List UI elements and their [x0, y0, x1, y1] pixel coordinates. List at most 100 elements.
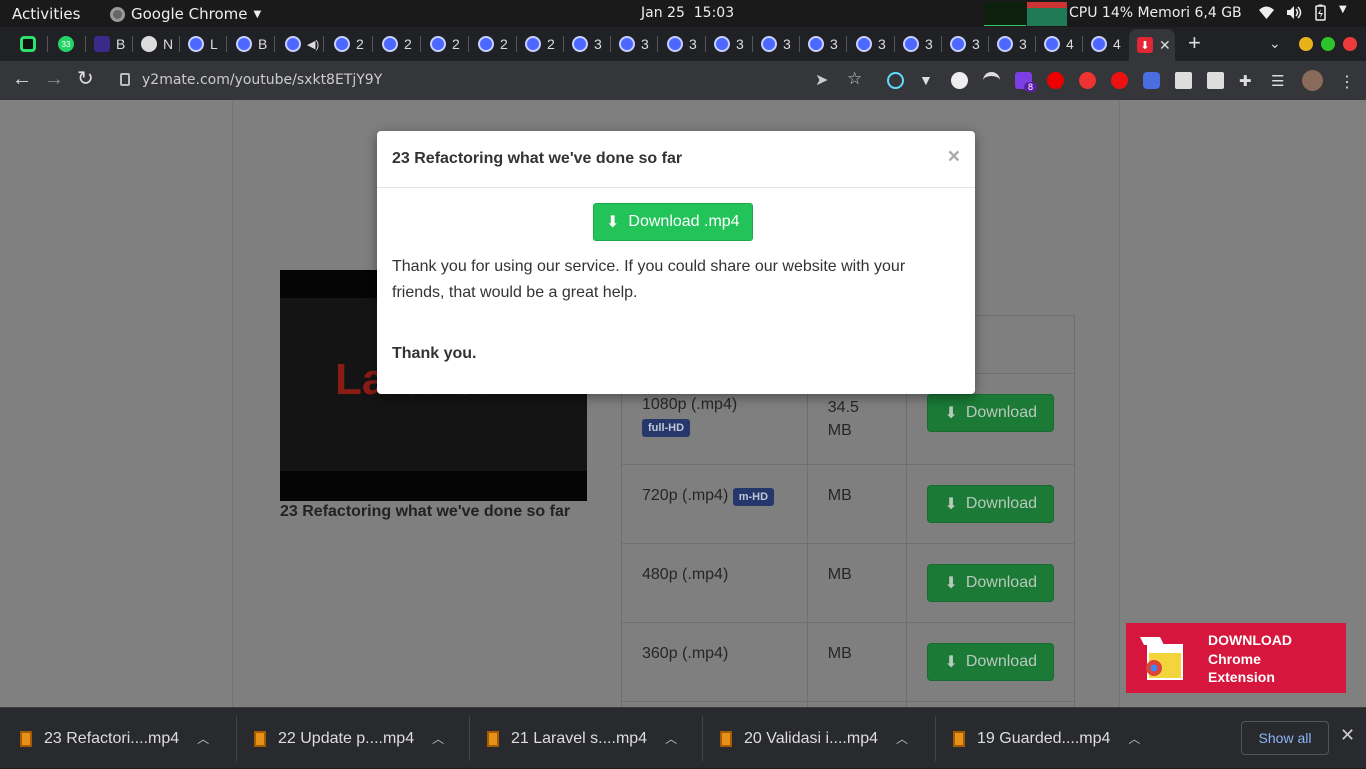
system-monitor-text[interactable]: CPU 14% Memori 6,4 GB [1069, 5, 1242, 21]
reload-icon[interactable]: ↻ [77, 69, 94, 89]
tab-22[interactable]: 4 [1036, 32, 1083, 56]
blocked-extension-icon[interactable] [1079, 72, 1096, 89]
download-item[interactable]: 23 Refactori....mp4 ︿ [20, 708, 237, 769]
tab-0[interactable] [12, 32, 48, 56]
show-all-downloads-button[interactable]: Show all [1241, 721, 1329, 755]
chevron-up-icon[interactable]: ︿ [665, 730, 677, 747]
send-icon[interactable]: ➤ [815, 70, 832, 89]
chevron-up-icon[interactable]: ︿ [896, 730, 908, 747]
tab-10[interactable]: 2 [470, 32, 517, 56]
activities-button[interactable]: Activities [12, 5, 80, 23]
youtube-extension-icon[interactable] [1047, 72, 1064, 89]
tab-title: 3 [830, 36, 838, 52]
extension-circle-icon[interactable] [951, 72, 968, 89]
tab-7[interactable]: 2 [326, 32, 373, 56]
tab-16[interactable]: 3 [753, 32, 800, 56]
tab-20[interactable]: 3 [942, 32, 989, 56]
tab-title: 3 [689, 36, 697, 52]
video-title: 23 Refactoring what we've done so far [280, 503, 571, 520]
minimize-window-button[interactable] [1299, 37, 1313, 51]
tab-title: 3 [783, 36, 791, 52]
download-button[interactable]: ⬇ Download [927, 643, 1054, 681]
tab-9[interactable]: 2 [422, 32, 469, 56]
forward-arrow-icon[interactable]: → [44, 69, 64, 89]
tab-favicon [572, 36, 588, 52]
arch-extension-icon[interactable] [983, 72, 1000, 89]
app-tab-icon [20, 36, 36, 52]
extensions-puzzle-icon[interactable]: ✚ [1239, 72, 1256, 90]
document-extension-icon[interactable] [1175, 72, 1192, 89]
quality-cell: 360p (.mp4) [621, 622, 808, 702]
tab-15[interactable]: 3 [706, 32, 753, 56]
clock[interactable]: Jan 25 15:03 [641, 5, 734, 21]
vue-devtools-icon[interactable]: ▼ [919, 72, 936, 89]
tab-favicon [856, 36, 872, 52]
quality-label: 720p (.mp4) [642, 487, 729, 504]
chevron-up-icon[interactable]: ︿ [197, 730, 209, 747]
tab-favicon [950, 36, 966, 52]
tab-21[interactable]: 3 [989, 32, 1036, 56]
tab-18[interactable]: 3 [848, 32, 895, 56]
download-icon: ⬇ [944, 405, 958, 422]
quality-cell: 480p (.mp4) [621, 543, 808, 623]
chevron-up-icon[interactable]: ︿ [432, 730, 444, 747]
download-item[interactable]: 20 Validasi i....mp4 ︿ [720, 708, 936, 769]
react-devtools-icon[interactable] [887, 72, 904, 89]
tab-12[interactable]: 3 [564, 32, 611, 56]
maximize-window-button[interactable] [1321, 37, 1335, 51]
system-top-bar: Activities Google Chrome ▼ Jan 25 15:03 … [0, 0, 1366, 27]
lock-icon[interactable] [120, 73, 130, 86]
tab-8[interactable]: 2 [374, 32, 421, 56]
download-item[interactable]: 19 Guarded....mp4 ︿ [953, 708, 1169, 769]
bookmark-star-icon[interactable]: ☆ [847, 69, 864, 88]
k-logo-icon [94, 36, 110, 52]
new-tab-button[interactable]: + [1188, 32, 1201, 54]
chrome-icon [110, 6, 125, 22]
download-mp4-button[interactable]: ⬇ Download .mp4 [593, 203, 753, 241]
close-shelf-icon[interactable]: ✕ [1340, 725, 1355, 746]
tab-17[interactable]: 3 [800, 32, 847, 56]
tab-5[interactable]: B [228, 32, 275, 56]
tab-separator [226, 36, 227, 52]
screen-capture-icon[interactable] [1207, 72, 1224, 89]
download-item[interactable]: 21 Laravel s....mp4 ︿ [487, 708, 703, 769]
tab-favicon [382, 36, 398, 52]
tab-13[interactable]: 3 [611, 32, 658, 56]
close-tab-icon[interactable]: ✕ [1159, 37, 1171, 54]
tab-title: 4 [1066, 36, 1074, 52]
tab-title: B [116, 36, 126, 52]
app-menu[interactable]: Google Chrome ▼ [110, 5, 261, 23]
tab-search-chevron-icon[interactable]: ⌄ [1269, 35, 1281, 52]
download-button[interactable]: ⬇ Download [927, 564, 1054, 602]
tab-favicon [1091, 36, 1107, 52]
system-tray[interactable]: ▼ [1258, 4, 1356, 21]
chevron-up-icon[interactable]: ︿ [1128, 730, 1140, 747]
video-file-icon [953, 730, 965, 747]
reading-list-icon[interactable]: ☰ [1271, 72, 1288, 90]
download-filename: 22 Update p....mp4 [278, 729, 415, 747]
tab-23[interactable]: 4 [1083, 32, 1130, 56]
tab-14[interactable]: 3 [659, 32, 706, 56]
profile-avatar[interactable] [1302, 70, 1323, 91]
tab-4[interactable]: L [180, 32, 227, 56]
download-button[interactable]: ⬇ Download [927, 394, 1054, 432]
chrome-menu-icon[interactable]: ⋮ [1339, 72, 1356, 91]
download-item[interactable]: 22 Update p....mp4 ︿ [254, 708, 470, 769]
modal-close-button[interactable]: × [948, 145, 960, 169]
download-button[interactable]: ⬇ Download [927, 485, 1054, 523]
tab-title: 2 [356, 36, 364, 52]
ghost-extension-icon[interactable] [1143, 72, 1160, 89]
tab-whatsapp[interactable]: 33 [50, 32, 86, 56]
tab-2[interactable]: B [86, 32, 133, 56]
shelf-separator [236, 716, 237, 761]
back-arrow-icon[interactable]: ← [12, 69, 32, 89]
close-window-button[interactable] [1343, 37, 1357, 51]
tab-active-y2mate[interactable]: ⬇ ✕ [1129, 29, 1175, 61]
tab-6[interactable]: ◀) [277, 32, 324, 56]
tab-19[interactable]: 3 [895, 32, 942, 56]
chrome-extension-promo[interactable]: DOWNLOAD Chrome Extension [1126, 623, 1346, 693]
tab-3[interactable]: N [133, 32, 180, 56]
tab-11[interactable]: 2 [517, 32, 564, 56]
adblock-hand-icon[interactable] [1111, 72, 1128, 89]
address-bar[interactable]: y2mate.com/youtube/sxkt8ETjY9Y [142, 72, 382, 88]
